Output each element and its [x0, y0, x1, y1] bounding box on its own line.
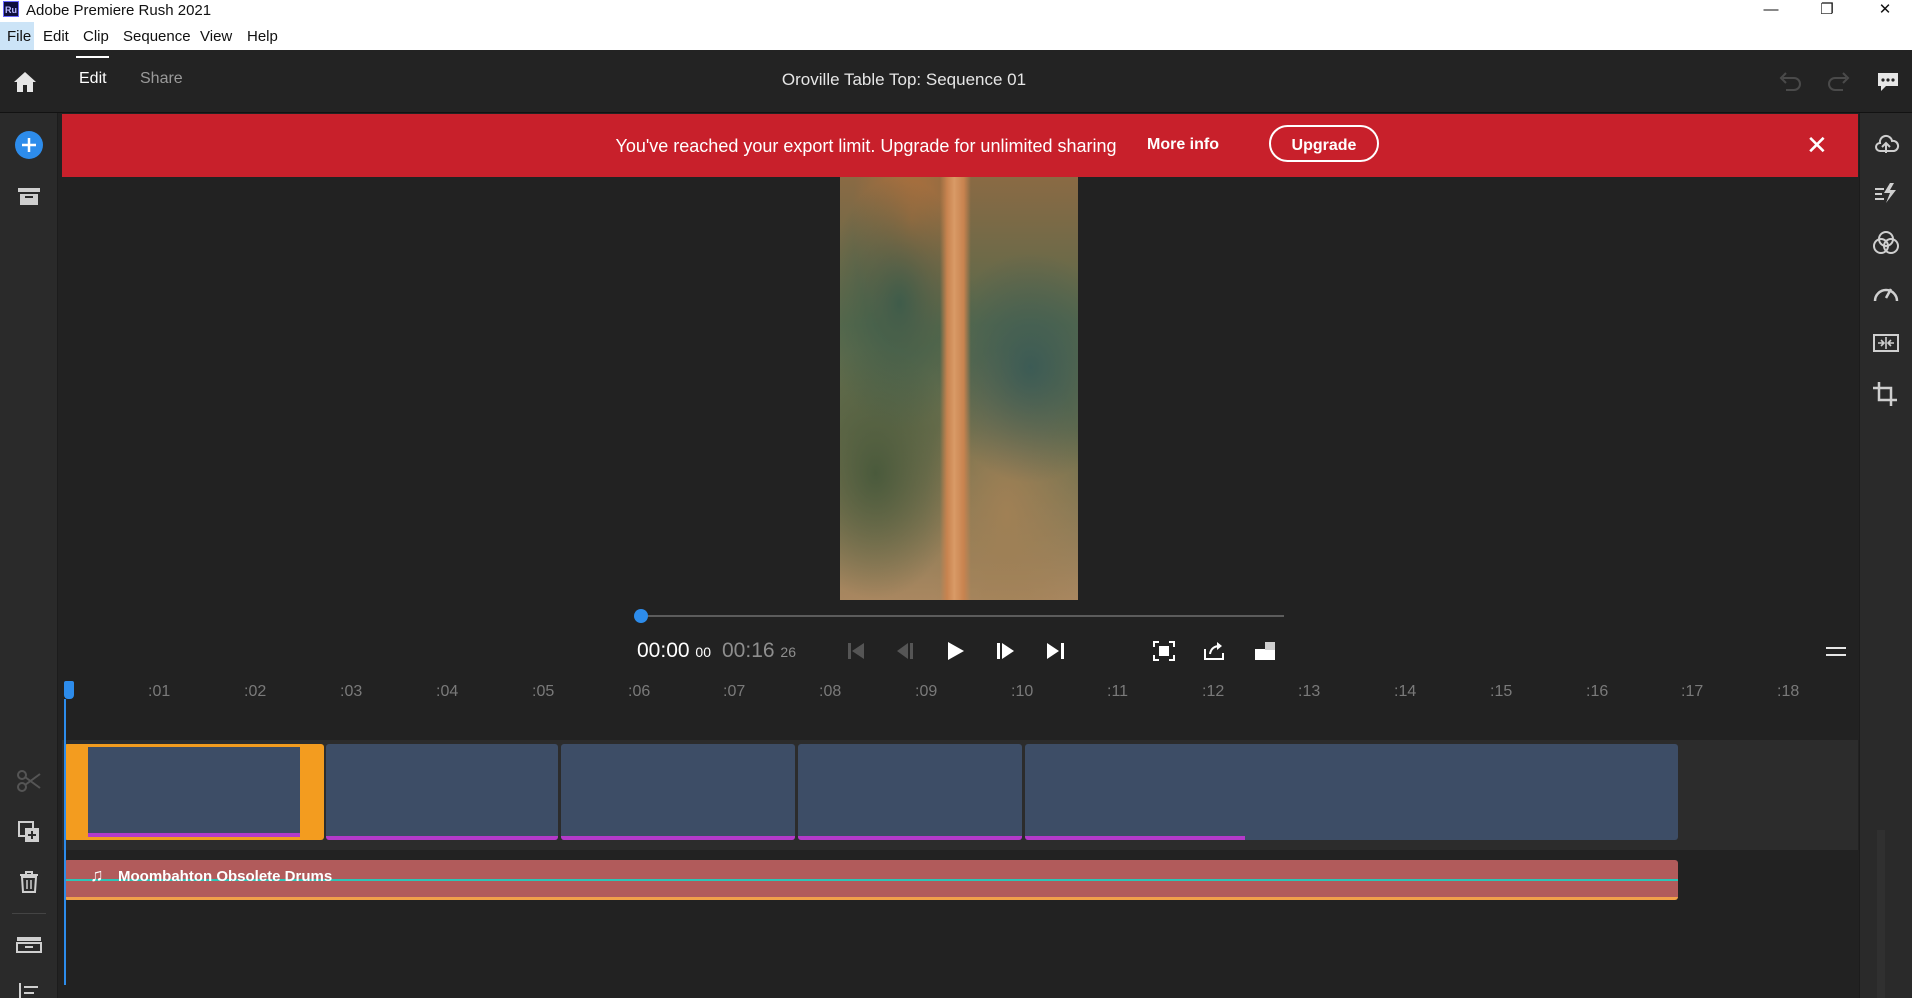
ruler-tick: :09	[915, 683, 938, 700]
ruler-tick: :10	[1011, 683, 1034, 700]
fit-frame-icon[interactable]	[1152, 640, 1176, 662]
titles-icon[interactable]	[1872, 131, 1900, 157]
banner-message: You've reached your export limit. Upgrad…	[615, 136, 1117, 156]
project-assets-icon[interactable]	[17, 185, 41, 207]
ruler-tick: :11	[1107, 683, 1129, 700]
go-to-start-icon[interactable]	[845, 640, 867, 662]
ruler-tick: :04	[436, 683, 459, 700]
playhead-line	[64, 699, 66, 985]
ruler-tick: :05	[532, 683, 555, 700]
music-note-icon: ♫	[90, 865, 104, 885]
redo-icon[interactable]	[1826, 70, 1852, 92]
ruler-tick: :14	[1394, 683, 1417, 700]
close-window-button[interactable]: ✕	[1862, 0, 1908, 22]
ruler-tick: :06	[628, 683, 651, 700]
menu-file[interactable]: File	[7, 28, 31, 45]
speed-icon[interactable]	[1872, 281, 1900, 305]
scrubber-track[interactable]	[640, 615, 1284, 617]
menu-view[interactable]: View	[200, 28, 232, 45]
more-info-link[interactable]: More info	[1147, 136, 1219, 154]
audio-clip-name: Moombahton Obsolete Drums	[118, 868, 333, 885]
menu-items: File Edit Clip Sequence View Help	[0, 22, 300, 50]
window-title: Adobe Premiere Rush 2021	[26, 2, 212, 19]
ruler-tick: :17	[1681, 683, 1704, 700]
clip-audio-line	[326, 836, 558, 840]
duration-frames: 26	[780, 644, 796, 660]
active-tab-indicator	[76, 56, 109, 58]
menu-lines-icon[interactable]	[1826, 644, 1846, 660]
timeline-options-icon[interactable]	[18, 983, 40, 998]
minimize-button[interactable]: —	[1748, 0, 1794, 22]
add-media-icon[interactable]	[14, 130, 44, 160]
menu-sequence[interactable]: Sequence	[123, 28, 191, 45]
current-time: 00:00	[637, 639, 690, 662]
share-frame-icon[interactable]	[1202, 640, 1226, 662]
video-clip[interactable]	[561, 744, 795, 840]
audio-icon[interactable]	[1872, 331, 1900, 355]
video-clip-selected[interactable]	[64, 744, 324, 840]
restore-button[interactable]: ❐	[1804, 0, 1850, 22]
ruler-tick: :01	[148, 683, 171, 700]
video-clip[interactable]	[1025, 744, 1678, 840]
toolbar-divider	[12, 913, 46, 914]
aspect-ratio-icon[interactable]	[1253, 640, 1277, 662]
ruler-tick: :18	[1777, 683, 1800, 700]
timeline-scrollbar[interactable]	[1877, 830, 1885, 998]
undo-icon[interactable]	[1777, 70, 1803, 92]
ruler-tick: :15	[1490, 683, 1513, 700]
video-clip[interactable]	[798, 744, 1022, 840]
playback-controls	[845, 640, 1305, 666]
current-frames: 00	[695, 644, 711, 660]
playhead-handle[interactable]	[64, 681, 74, 699]
right-toolbar	[1859, 113, 1912, 998]
scrubber-handle[interactable]	[634, 609, 648, 623]
app-header: Edit Share Oroville Table Top: Sequence …	[0, 50, 1912, 113]
menu-clip[interactable]: Clip	[83, 28, 109, 45]
upgrade-button[interactable]: Upgrade	[1269, 125, 1379, 162]
go-to-end-icon[interactable]	[1044, 640, 1068, 662]
ruler-tick: :16	[1586, 683, 1609, 700]
clip-audio-line	[88, 833, 300, 837]
left-toolbar	[0, 113, 58, 998]
comments-icon[interactable]	[1876, 71, 1900, 93]
color-icon[interactable]	[1872, 230, 1900, 256]
play-icon[interactable]	[944, 640, 966, 662]
duration-time: 00:16	[722, 639, 775, 662]
step-back-icon[interactable]	[894, 640, 916, 662]
title-bar: Ru Adobe Premiere Rush 2021 — ❐ ✕	[0, 0, 1912, 22]
video-preview	[840, 177, 1078, 600]
audio-clip[interactable]: ♫ Moombahton Obsolete Drums	[64, 860, 1678, 900]
ruler-tick: :12	[1202, 683, 1225, 700]
clip-audio-line	[798, 836, 1022, 840]
ruler-tick: :03	[340, 683, 363, 700]
ruler-tick: :13	[1298, 683, 1321, 700]
menu-help[interactable]: Help	[247, 28, 278, 45]
timeline-ruler[interactable]: :01 :02 :03 :04 :05 :06 :07 :08 :09 :10 …	[62, 680, 1858, 712]
clip-audio-line	[561, 836, 795, 840]
app-icon: Ru	[3, 1, 19, 17]
video-clip[interactable]	[326, 744, 558, 840]
menu-edit[interactable]: Edit	[43, 28, 69, 45]
current-timecode: 00:00 00	[637, 639, 711, 663]
duration-timecode: 00:16 26	[722, 639, 796, 663]
close-banner-icon[interactable]: ✕	[1806, 130, 1828, 161]
ruler-tick: :08	[819, 683, 842, 700]
duplicate-icon[interactable]	[17, 820, 41, 844]
split-scissors-icon[interactable]	[16, 769, 42, 793]
clip-audio-line	[1025, 836, 1245, 840]
delete-trash-icon[interactable]	[18, 870, 40, 894]
step-forward-icon[interactable]	[994, 640, 1018, 662]
clip-thumbnail	[88, 747, 300, 837]
crop-transform-icon[interactable]	[1872, 381, 1900, 407]
sequence-title: Oroville Table Top: Sequence 01	[781, 70, 1027, 89]
track-controls-icon[interactable]	[16, 935, 42, 955]
ruler-tick: :02	[244, 683, 267, 700]
transitions-icon[interactable]	[1872, 181, 1900, 205]
ruler-tick: :07	[723, 683, 746, 700]
export-limit-banner: You've reached your export limit. Upgrad…	[62, 114, 1858, 177]
